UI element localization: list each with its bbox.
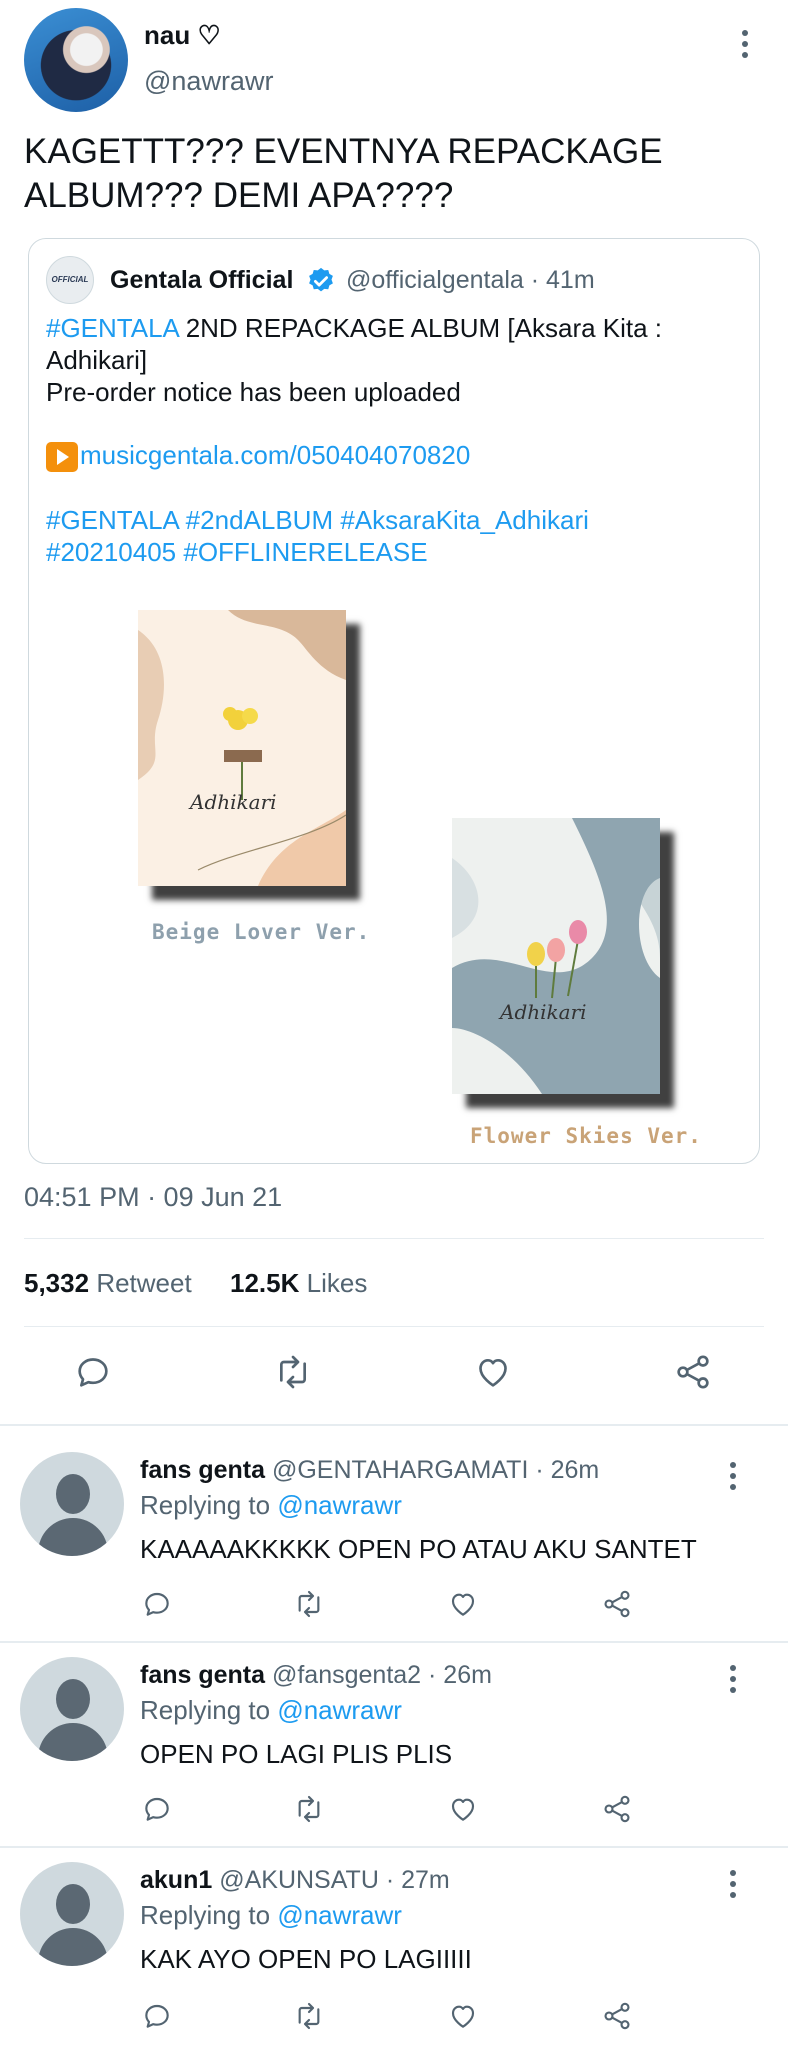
retweet-icon[interactable] — [290, 2000, 328, 2032]
replying-label: Replying to — [140, 1900, 271, 1930]
reply-icon[interactable] — [140, 1793, 174, 1825]
replying-to-link[interactable]: @nawrawr — [277, 1695, 402, 1725]
heart-icon[interactable] — [446, 1588, 480, 1620]
reply-author-name[interactable]: fans genta — [140, 1661, 265, 1689]
album-title-script: Adhikari — [190, 790, 277, 814]
reply-text: OPEN PO LAGI PLIS PLIS — [140, 1739, 453, 1769]
reply-author-name[interactable]: fans genta — [140, 1456, 265, 1484]
quoted-text: #GENTALA 2ND REPACKAGE ALBUM [Aksara Kit… — [46, 312, 662, 408]
hashtag-line[interactable]: #GENTALA #2ndALBUM #AksaraKita_Adhikari — [46, 504, 589, 536]
quoted-text-span: 2ND REPACKAGE ALBUM [Aksara Kita : — [178, 313, 663, 343]
album-cover-beige[interactable]: Adhikari — [138, 610, 346, 886]
reply-item[interactable]: fans genta @GENTAHARGAMATI · 26m Replyin… — [0, 1424, 788, 1642]
more-vertical-icon[interactable] — [728, 1665, 738, 1698]
retweet-icon[interactable] — [290, 1793, 328, 1825]
share-icon[interactable] — [600, 1588, 634, 1620]
reply-handle-time[interactable]: @GENTAHARGAMATI · 26m — [272, 1456, 599, 1484]
reply-item[interactable]: fans genta @fansgenta2 · 26m Replying to… — [0, 1643, 788, 1847]
album-caption-flower: Flower Skies Ver. — [470, 1124, 702, 1148]
album-caption-beige: Beige Lover Ver. — [152, 920, 371, 944]
retweet-stat[interactable]: 5,332 Retweet — [24, 1268, 192, 1299]
reply-avatar[interactable] — [20, 1862, 124, 1966]
album-title-script: Adhikari — [500, 1000, 587, 1024]
author-name[interactable]: nau ♡ — [144, 20, 221, 51]
quoted-avatar[interactable]: OFFICIAL — [46, 256, 94, 304]
retweet-icon[interactable] — [290, 1588, 328, 1620]
quoted-handle-time[interactable]: @officialgentala · 41m — [346, 266, 595, 295]
replying-to: Replying to @nawrawr — [140, 1695, 402, 1726]
quoted-hashtags: #GENTALA #2ndALBUM #AksaraKita_Adhikari … — [46, 504, 589, 568]
heart-icon[interactable] — [472, 1352, 514, 1392]
quoted-link[interactable]: musicgentala.com/050404070820 — [80, 440, 470, 471]
replying-to-link[interactable]: @nawrawr — [277, 1900, 402, 1930]
author-avatar[interactable] — [24, 8, 128, 112]
replying-to-link[interactable]: @nawrawr — [277, 1490, 402, 1520]
tweet-text: KAGETTT??? EVENTNYA REPACKAGE ALBUM??? D… — [24, 130, 663, 218]
like-count: 12.5K — [230, 1268, 300, 1298]
share-icon[interactable] — [600, 2000, 634, 2032]
heart-icon[interactable] — [446, 1793, 480, 1825]
verified-badge-icon — [306, 266, 336, 296]
hashtag-link[interactable]: #GENTALA — [46, 313, 178, 343]
share-icon[interactable] — [672, 1352, 714, 1392]
reply-handle-time[interactable]: @AKUNSATU · 27m — [219, 1866, 450, 1894]
share-icon[interactable] — [600, 1793, 634, 1825]
reply-header[interactable]: fans genta @GENTAHARGAMATI · 26m — [140, 1456, 599, 1485]
like-label: Likes — [306, 1268, 368, 1298]
play-button-icon — [46, 442, 78, 472]
reply-author-name[interactable]: akun1 — [140, 1866, 212, 1894]
reply-item[interactable]: akun1 @AKUNSATU · 27m Replying to @nawra… — [0, 1848, 788, 2048]
quoted-text-line: Pre-order notice has been uploaded — [46, 377, 461, 407]
reply-header[interactable]: fans genta @fansgenta2 · 26m — [140, 1661, 492, 1690]
album-cover-flower[interactable]: Adhikari — [452, 818, 660, 1094]
retweet-icon[interactable] — [270, 1352, 316, 1392]
avatar-text: OFFICIAL — [51, 275, 89, 284]
more-vertical-icon[interactable] — [728, 1870, 738, 1903]
retweet-label: Retweet — [96, 1268, 192, 1298]
replying-label: Replying to — [140, 1695, 271, 1725]
reply-icon[interactable] — [140, 1588, 174, 1620]
author-handle[interactable]: @nawrawr — [144, 66, 273, 97]
reply-icon[interactable] — [72, 1352, 114, 1392]
reply-avatar[interactable] — [20, 1657, 124, 1761]
quoted-author-name[interactable]: Gentala Official — [110, 266, 293, 295]
reply-icon[interactable] — [140, 2000, 174, 2032]
reply-header[interactable]: akun1 @AKUNSATU · 27m — [140, 1866, 450, 1895]
divider — [24, 1238, 764, 1239]
reply-text: KAK AYO OPEN PO LAGIIIII — [140, 1944, 472, 1974]
like-stat[interactable]: 12.5K Likes — [230, 1268, 367, 1299]
replying-label: Replying to — [140, 1490, 271, 1520]
replying-to: Replying to @nawrawr — [140, 1900, 402, 1931]
tweet-timestamp[interactable]: 04:51 PM · 09 Jun 21 — [24, 1182, 282, 1213]
tweet-text-line: ALBUM??? DEMI APA???? — [24, 176, 454, 215]
tweet-text-line: KAGETTT??? EVENTNYA REPACKAGE — [24, 132, 663, 171]
reply-handle-time[interactable]: @fansgenta2 · 26m — [272, 1661, 492, 1689]
hashtag-line[interactable]: #20210405 #OFFLINERELEASE — [46, 536, 589, 568]
heart-icon[interactable] — [446, 2000, 480, 2032]
replying-to: Replying to @nawrawr — [140, 1490, 402, 1521]
reply-text: KAAAAAKKKKK OPEN PO ATAU AKU SANTET — [140, 1534, 697, 1564]
retweet-count: 5,332 — [24, 1268, 90, 1298]
reply-avatar[interactable] — [20, 1452, 124, 1556]
divider — [24, 1326, 764, 1327]
more-vertical-icon[interactable] — [728, 1462, 738, 1495]
quoted-text-line: Adhikari] — [46, 345, 148, 375]
more-vertical-icon[interactable] — [740, 30, 750, 63]
